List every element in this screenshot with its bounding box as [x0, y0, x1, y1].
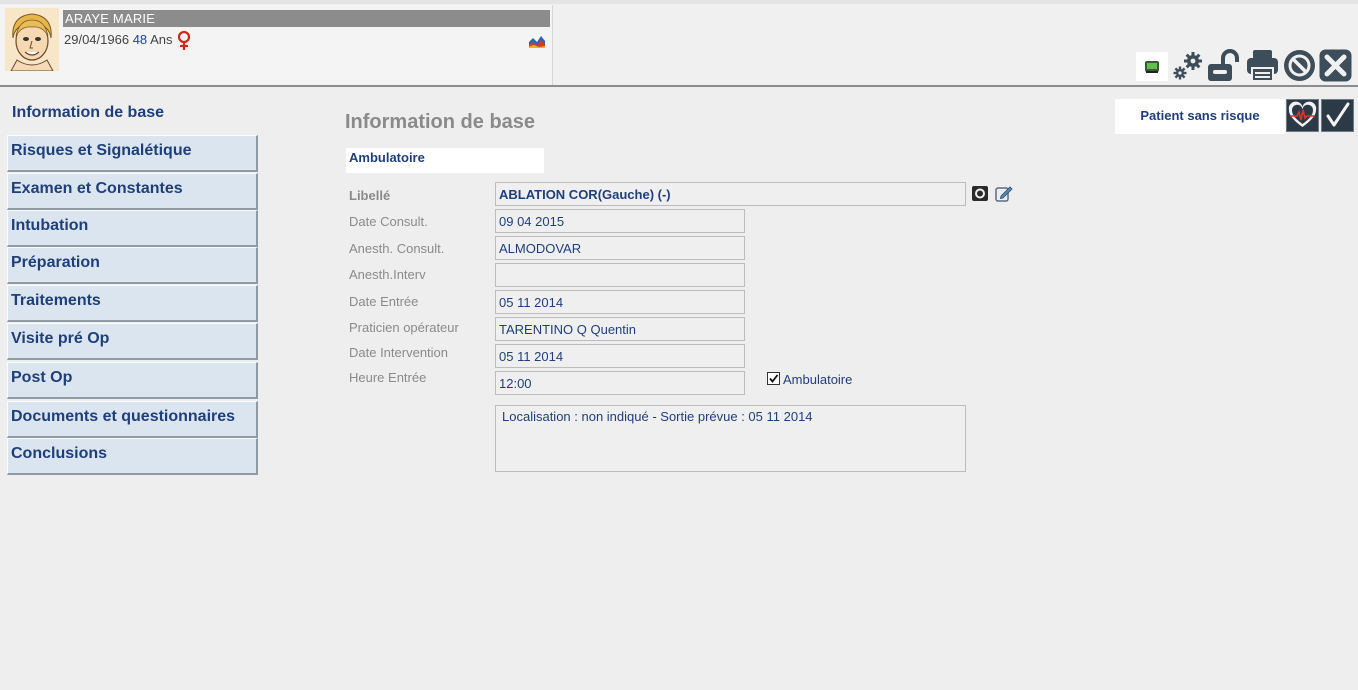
nav-post-op[interactable]: Post Op	[7, 362, 258, 399]
chart-icon[interactable]	[528, 33, 546, 49]
female-icon	[176, 30, 192, 52]
nav-traitements[interactable]: Traitements	[7, 285, 258, 322]
nav-conclusions[interactable]: Conclusions	[7, 438, 258, 475]
label-praticien: Praticien opérateur	[349, 320, 459, 335]
nav-visite-pre-op[interactable]: Visite pré Op	[7, 323, 258, 360]
nav-examen[interactable]: Examen et Constantes	[7, 173, 258, 210]
notes-memo[interactable]: Localisation : non indiqué - Sortie prév…	[495, 405, 966, 472]
label-anesth-interv: Anesth.Interv	[349, 267, 426, 282]
praticien-field[interactable]: TARENTINO Q Quentin	[495, 317, 745, 341]
validate-check-icon[interactable]	[1321, 99, 1354, 132]
date-intervention-field[interactable]: 05 11 2014	[495, 344, 745, 368]
label-heure-entree: Heure Entrée	[349, 370, 427, 385]
nav-documents[interactable]: Documents et questionnaires	[7, 401, 258, 438]
record-icon[interactable]	[971, 185, 989, 202]
label-date-entree: Date Entrée	[349, 294, 419, 309]
print-icon[interactable]	[1246, 49, 1279, 82]
label-anesth-consult: Anesth. Consult.	[349, 241, 445, 256]
unlock-icon[interactable]	[1207, 49, 1240, 82]
nav-intubation[interactable]: Intubation	[7, 210, 258, 247]
label-libelle: Libellé	[349, 188, 391, 203]
tablet-icon[interactable]	[1136, 52, 1168, 81]
edit-icon[interactable]	[995, 185, 1013, 202]
nav-preparation[interactable]: Préparation	[7, 247, 258, 284]
patient-avatar	[5, 8, 59, 71]
heart-monitor-icon[interactable]	[1286, 99, 1319, 132]
heure-entree-field[interactable]: 12:00	[495, 371, 745, 395]
date-entree-field[interactable]: 05 11 2014	[495, 290, 745, 314]
page-title: Information de base	[345, 111, 536, 133]
cancel-icon[interactable]	[1283, 49, 1316, 82]
sidebar-header[interactable]: Information de base	[12, 104, 164, 122]
patient-name: ARAYE MARIE	[63, 10, 550, 27]
patient-age: 48	[132, 32, 148, 47]
label-date-intervention: Date Intervention	[349, 345, 449, 360]
anesth-consult-field[interactable]: ALMODOVAR	[495, 236, 745, 260]
libelle-field[interactable]: ABLATION COR(Gauche) (-)	[495, 182, 966, 206]
patient-dob-age: 29/04/1966 48 Ans	[64, 32, 172, 47]
anesth-interv-field[interactable]	[495, 263, 745, 287]
settings-icon[interactable]	[1171, 49, 1204, 82]
mode-label: Ambulatoire	[346, 148, 544, 173]
date-consult-field[interactable]: 09 04 2015	[495, 209, 745, 233]
patient-card: ARAYE MARIE 29/04/1966 48 Ans	[0, 5, 553, 85]
close-icon[interactable]	[1319, 49, 1352, 82]
label-date-consult: Date Consult.	[349, 214, 428, 229]
ambulatoire-checkbox-label: Ambulatoire	[783, 372, 853, 387]
patient-age-unit: Ans	[150, 32, 173, 47]
header-divider	[0, 85, 1358, 87]
nav-risques[interactable]: Risques et Signalétique	[7, 135, 258, 172]
risk-status: Patient sans risque	[1115, 99, 1285, 134]
ambulatoire-checkbox[interactable]: Ambulatoire	[767, 372, 852, 387]
patient-dob: 29/04/1966	[64, 32, 130, 47]
checkbox-box[interactable]	[767, 372, 780, 385]
